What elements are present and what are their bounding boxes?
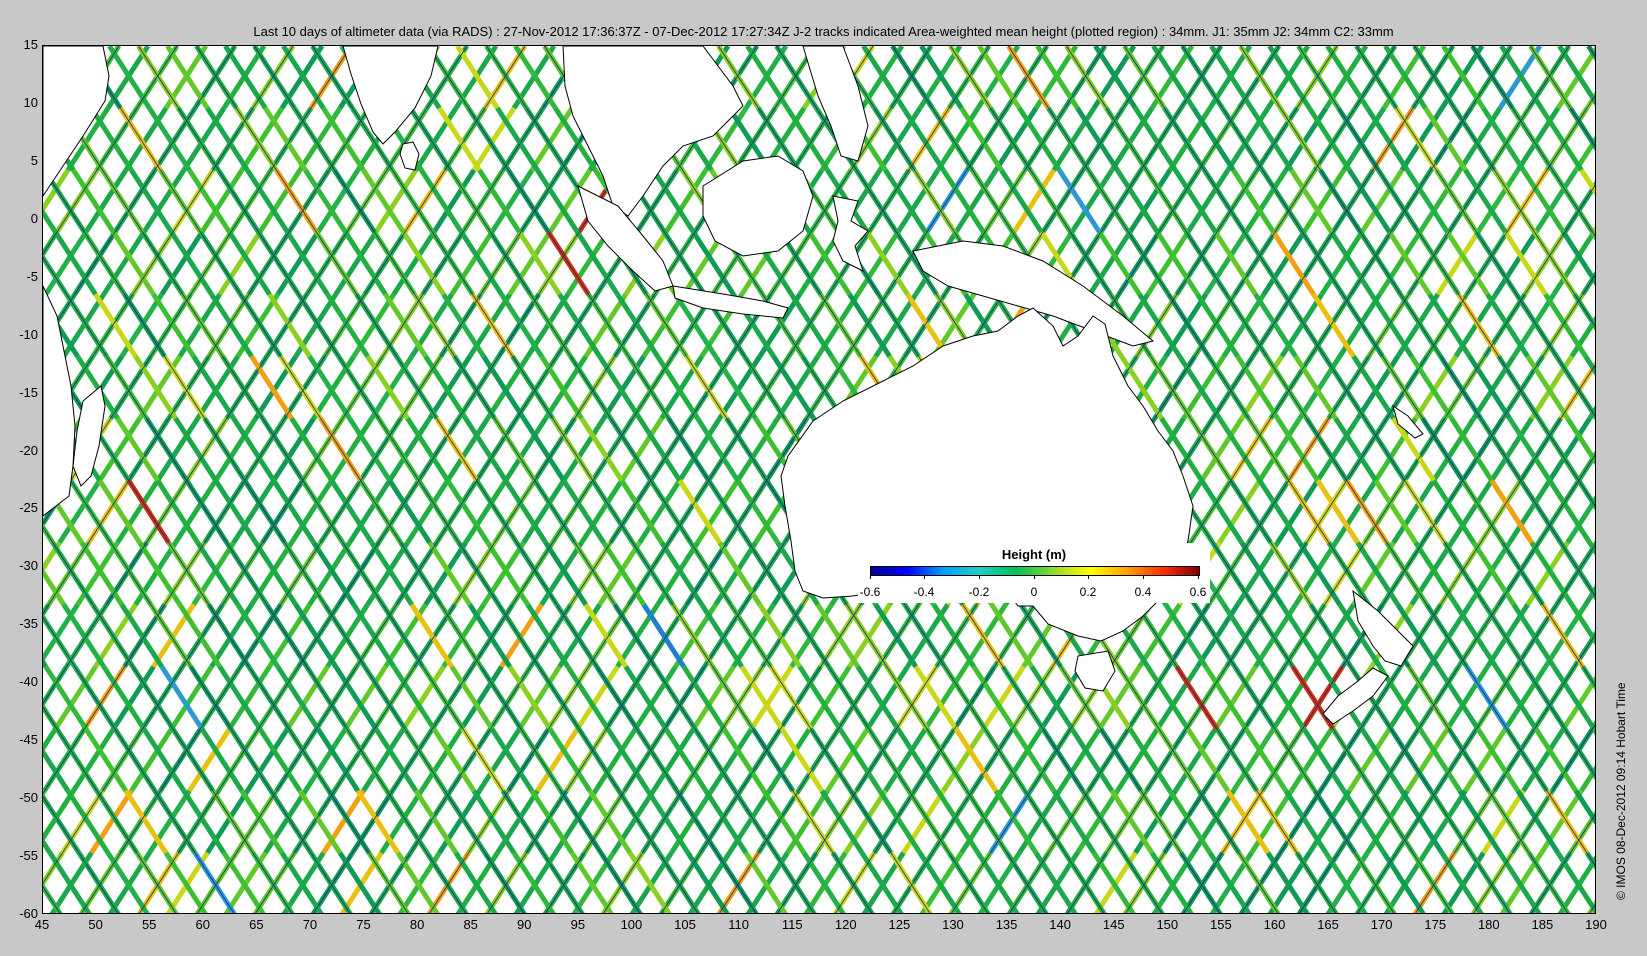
x-tick-label: 90 xyxy=(517,917,532,932)
y-tick-label: -50 xyxy=(19,790,38,806)
y-tick-label: 0 xyxy=(30,210,38,226)
x-tick-label: 60 xyxy=(195,917,210,932)
y-tick-label: -20 xyxy=(19,442,38,458)
x-tick-label: 55 xyxy=(141,917,157,932)
map-plot-area[interactable]: Height (m) -0.6 -0.4 -0.2 0 0.2 0.4 0.6 xyxy=(42,45,1596,914)
jason2-track-line xyxy=(1588,46,1595,57)
y-tick-label: -40 xyxy=(19,674,38,690)
land-sri-lanka xyxy=(399,141,420,171)
x-tick-label: 125 xyxy=(888,917,911,932)
colorbar: Height (m) -0.6 -0.4 -0.2 0 0.2 0.4 0.6 xyxy=(858,543,1210,603)
colorbar-tick-label: 0.4 xyxy=(1134,585,1152,599)
x-tick-label: 165 xyxy=(1317,917,1339,932)
x-tick-label: 185 xyxy=(1531,917,1554,932)
colorbar-tick-mark xyxy=(1088,575,1089,579)
y-tick-label: 5 xyxy=(30,152,38,168)
x-tick-label: 75 xyxy=(356,917,371,932)
y-tick-label: -30 xyxy=(19,558,38,574)
land-sulawesi xyxy=(832,195,869,272)
colorbar-tick-label: -0.2 xyxy=(968,585,990,599)
x-tick-label: 170 xyxy=(1370,917,1393,932)
x-tick-label: 85 xyxy=(463,917,478,932)
track-segment xyxy=(1590,720,1595,731)
x-tick-label: 135 xyxy=(995,917,1018,932)
colorbar-tick-mark xyxy=(870,575,871,579)
jason2-track-line xyxy=(1357,544,1595,913)
x-tick-label: 160 xyxy=(1263,917,1286,932)
jason2-track-line xyxy=(1183,274,1595,913)
x-tick-label: 70 xyxy=(302,917,318,932)
jason2-track-line xyxy=(1589,904,1595,913)
y-tick-label: -45 xyxy=(19,732,38,748)
y-tick-label: 15 xyxy=(23,37,38,52)
x-tick-label: 155 xyxy=(1210,917,1232,932)
x-tick-label: 45 xyxy=(34,917,50,932)
x-tick-label: 145 xyxy=(1102,917,1125,932)
colorbar-tick-mark xyxy=(1034,575,1035,579)
x-tick-label: 120 xyxy=(834,917,857,932)
x-tick-label: 95 xyxy=(570,917,586,932)
x-tick-label: 150 xyxy=(1156,917,1179,932)
x-tick-label: 105 xyxy=(674,917,696,932)
land-borneo xyxy=(702,155,814,257)
jason2-track-line xyxy=(1182,46,1595,687)
colorbar-tick-label: 0 xyxy=(1030,585,1038,599)
track-segment xyxy=(1591,728,1595,736)
colorbar-tick-label: -0.6 xyxy=(859,585,881,599)
altimetry-map xyxy=(43,46,1595,913)
colorbar-tick-mark xyxy=(1198,575,1199,579)
jason2-track-line xyxy=(1356,46,1595,417)
y-tick-label: -15 xyxy=(19,384,38,400)
track-segment xyxy=(1591,225,1595,233)
x-tick-label: 175 xyxy=(1424,917,1447,932)
y-tick-label: -55 xyxy=(19,848,38,864)
x-tick-label: 65 xyxy=(249,917,264,932)
x-tick-label: 190 xyxy=(1585,917,1607,932)
credit-text: © IMOS 08-Dec-2012 09:14 Hobart Time xyxy=(1614,682,1628,900)
colorbar-gradient xyxy=(870,566,1200,576)
colorbar-tick-mark xyxy=(979,575,980,579)
track-segment xyxy=(1590,230,1595,241)
colorbar-tick-label: 0.6 xyxy=(1189,585,1207,599)
colorbar-tick-label: -0.4 xyxy=(913,585,935,599)
plot-title: Last 10 days of altimeter data (via RADS… xyxy=(253,24,1394,39)
x-tick-label: 80 xyxy=(409,917,425,932)
y-tick-label: -35 xyxy=(19,616,38,632)
land-tasmania xyxy=(1074,650,1116,692)
x-tick-label: 50 xyxy=(88,917,103,932)
colorbar-tick-mark xyxy=(924,575,925,579)
x-tick-label: 110 xyxy=(728,917,749,932)
colorbar-tick-label: 0.2 xyxy=(1079,585,1097,599)
x-tick-label: 100 xyxy=(620,917,643,932)
y-tick-label: -5 xyxy=(26,268,38,284)
x-tick-label: 180 xyxy=(1477,917,1500,932)
y-tick-label: 10 xyxy=(23,94,38,110)
x-tick-label: 140 xyxy=(1049,917,1071,932)
x-tick-label: 115 xyxy=(781,917,803,932)
x-tick-label: 130 xyxy=(942,917,964,932)
y-tick-label: -25 xyxy=(19,500,38,516)
y-tick-label: -10 xyxy=(19,326,38,342)
colorbar-tick-mark xyxy=(1143,575,1144,579)
colorbar-title: Height (m) xyxy=(1001,547,1067,562)
